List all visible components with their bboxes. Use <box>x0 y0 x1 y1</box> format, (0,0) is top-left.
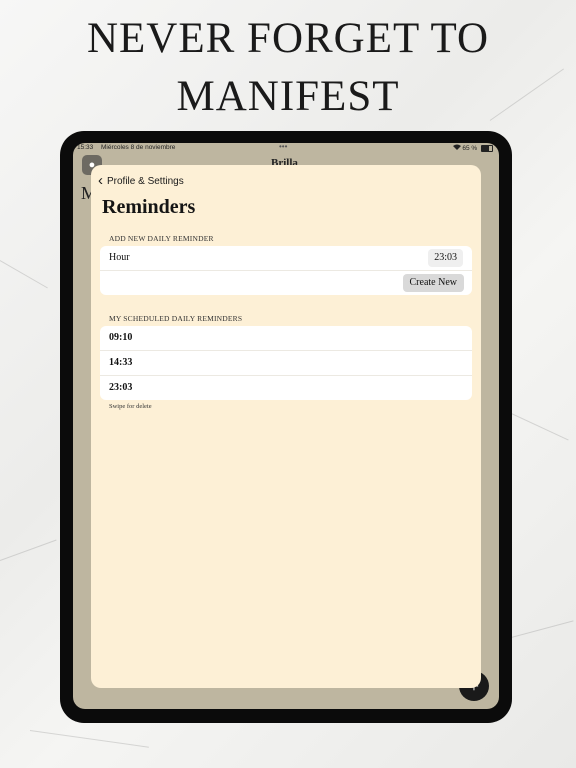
headline-line-2: MANIFEST <box>176 73 400 120</box>
reminder-time: 14:33 <box>109 357 133 368</box>
create-row: Create New <box>100 271 472 295</box>
reminder-time: 23:03 <box>109 382 133 393</box>
back-button[interactable]: ‹ Profile & Settings <box>98 173 184 189</box>
wifi-icon <box>452 144 463 152</box>
add-reminder-section-label: ADD NEW DAILY REMINDER <box>109 234 214 243</box>
battery-icon <box>481 144 493 152</box>
marketing-headline: NEVER FORGET TO MANIFEST <box>0 10 576 126</box>
marble-vein <box>0 260 48 289</box>
add-reminder-card: Hour 23:03 Create New <box>100 246 472 295</box>
battery-percent: 65 % <box>462 145 478 152</box>
reminder-time: 09:10 <box>109 332 133 343</box>
hour-time-picker[interactable]: 23:03 <box>428 249 463 267</box>
reminders-sheet <box>91 165 481 688</box>
create-new-button[interactable]: Create New <box>402 274 464 292</box>
marble-vein <box>29 730 149 748</box>
list-item[interactable]: 14:33 <box>100 351 472 376</box>
marble-vein <box>504 410 569 441</box>
status-time: 15:33 <box>77 144 94 151</box>
hour-label: Hour <box>109 252 130 263</box>
status-date: Miércoles 8 de noviembre <box>101 144 176 151</box>
page-title: Reminders <box>102 196 196 218</box>
multitasking-dots-icon[interactable]: ••• <box>279 143 287 151</box>
list-item[interactable]: 09:10 <box>100 326 472 351</box>
status-bar: 15:33 Miércoles 8 de noviembre ••• 65 % <box>73 143 499 155</box>
status-indicators: 65 % <box>452 144 493 152</box>
swipe-hint: Swipe for delete <box>109 403 152 410</box>
chevron-left-icon: ‹ <box>98 172 103 189</box>
hour-row: Hour 23:03 <box>100 246 472 271</box>
list-item[interactable]: 23:03 <box>100 376 472 400</box>
scheduled-reminders-list: 09:10 14:33 23:03 <box>100 326 472 400</box>
back-button-label: Profile & Settings <box>107 175 184 187</box>
headline-line-1: NEVER FORGET TO <box>86 15 490 62</box>
marble-vein <box>0 539 57 561</box>
scheduled-section-label: MY SCHEDULED DAILY REMINDERS <box>109 314 243 323</box>
